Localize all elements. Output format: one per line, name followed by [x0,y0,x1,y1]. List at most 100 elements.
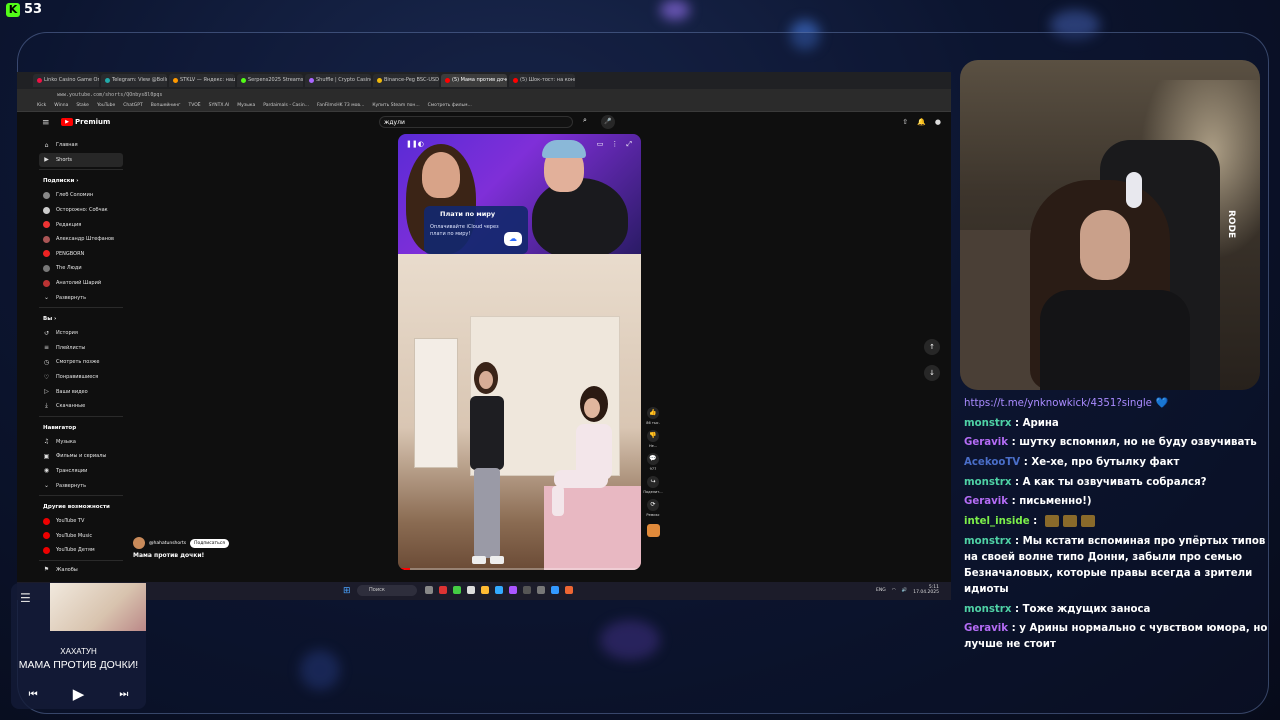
sidebar-item[interactable]: The Люди [39,261,123,276]
account-avatar-icon[interactable]: ● [935,118,941,126]
sidebar-item[interactable]: ⌂ Главная [39,138,123,153]
sidebar-item[interactable]: ⌄ Развернуть [39,478,123,493]
browser-tab[interactable]: Binance-Peg BSC-USD ( [373,74,439,87]
sidebar-item[interactable]: Редакция [39,217,123,232]
chat-username[interactable]: Geravik [964,623,1008,634]
taskbar-app-icon[interactable] [523,586,531,594]
bookmark-item[interactable]: Stake [76,103,89,108]
browser-tab[interactable]: STKLV — Яндекс: нашл [169,74,235,87]
sidebar-item[interactable]: YouTube TV [39,514,123,529]
fullscreen-icon[interactable]: ⤢ [626,140,632,149]
sidebar-item[interactable]: ≡ Плейлисты [39,341,123,356]
bookmark-item[interactable]: TVOЁ [189,103,201,108]
wifi-icon[interactable]: ◠ [892,588,896,593]
sidebar-item[interactable]: Александр Штефанов [39,232,123,247]
share-icon[interactable]: ↪ [647,476,659,488]
bookmark-item[interactable]: Смотреть фильм... [428,103,472,108]
chat-username[interactable]: monstrx [964,418,1011,429]
sidebar-item[interactable]: ⤓ Скачанные [39,399,123,414]
browser-tab[interactable]: Serpens2025 Streams - kl [237,74,303,87]
chat-username[interactable]: monstrx [964,477,1011,488]
browser-tab[interactable]: Telegram: View @Bollon [101,74,167,87]
sidebar-item[interactable]: ◷ Смотреть позже [39,355,123,370]
taskbar-app-icon[interactable] [509,586,517,594]
taskbar-search[interactable]: Поиск [357,585,417,596]
sidebar-item[interactable]: ⌄ Развернуть [39,290,123,305]
chat-username[interactable]: Geravik [964,496,1008,507]
browser-tab[interactable]: (5) Мама против доче [441,74,507,87]
language-indicator[interactable]: ENG [876,588,886,593]
next-short-icon[interactable]: ↓ [924,365,940,381]
chat-username[interactable]: Geravik [964,437,1008,448]
bookmark-item[interactable]: Pardaimals - Casin... [263,103,309,108]
clock[interactable]: 5:11 17.04.2025 [913,585,939,595]
sidebar-item[interactable]: Осторожно: Собчак [39,203,123,218]
short-progress-bar[interactable] [398,568,641,570]
taskbar-app-icon[interactable] [537,586,545,594]
chat-username[interactable]: monstrx [964,536,1011,547]
sidebar-heading-you[interactable]: Вы › [39,312,123,326]
sidebar-item[interactable]: ♡ Понравившиеся [39,370,123,385]
browser-tab[interactable]: Linko Casino Game Onlin [33,74,99,87]
bookmark-item[interactable]: Музыка [237,103,255,108]
bookmark-item[interactable]: Winna [54,103,68,108]
subscribe-button[interactable]: Подписаться [190,538,229,548]
short-video-player[interactable]: Плати по миру Оплачивайте iCloud через п… [398,134,641,570]
taskbar-app-icon[interactable] [453,586,461,594]
playlist-icon[interactable]: ☰ [20,592,31,604]
play-icon[interactable]: ▶ [73,685,85,703]
mic-icon[interactable]: 🎤 [601,115,615,129]
taskbar-app-icon[interactable] [551,586,559,594]
sidebar-item[interactable]: Глеб Соломин [39,188,123,203]
search-icon[interactable]: ⌕ [577,116,593,128]
pause-icon[interactable]: ❚❚ [406,140,418,149]
bookmark-item[interactable]: Kick [37,103,46,108]
sidebar-item[interactable]: PENGBORN [39,247,123,262]
sidebar-item[interactable]: ▷ Ваши видео [39,384,123,399]
previous-short-icon[interactable]: ↑ [924,339,940,355]
chat-username[interactable]: monstrx [964,604,1011,615]
next-track-icon[interactable]: ⏭ [119,689,128,700]
comment-icon[interactable]: 💬 [647,453,659,465]
bookmark-item[interactable]: SYNTX.AI [209,103,230,108]
previous-track-icon[interactable]: ⏮ [29,689,38,700]
browser-tab[interactable]: Shuffle | Crypto Casino S [305,74,371,87]
chat-pinned-link[interactable]: https://t.me/ynknowkick/4351?single 💙 [964,396,1274,412]
search-input[interactable]: ждули [379,116,573,128]
remix-icon[interactable]: ⟳ [647,499,659,511]
ad-card[interactable]: Плати по миру Оплачивайте iCloud через п… [424,206,528,254]
sidebar-heading-subscriptions[interactable]: Подписки › [39,174,123,188]
menu-icon[interactable]: ≡ [42,119,50,128]
bell-icon[interactable]: 🔔 [917,118,926,126]
channel-name[interactable]: @hahatunshorts [149,541,186,546]
taskbar-app-icon[interactable] [481,586,489,594]
bookmark-item[interactable]: YouTube [97,103,115,108]
taskbar-app-icon[interactable] [495,586,503,594]
bookmark-item[interactable]: Купить Steam пон... [372,103,419,108]
volume-tray-icon[interactable]: 🔊 [902,588,908,593]
chat-username[interactable]: AcekooTV [964,457,1020,468]
sidebar-item[interactable]: ▣ Фильмы и сериалы [39,449,123,464]
more-icon[interactable]: ⋮ [611,140,618,149]
channel-avatar[interactable] [133,537,145,549]
dislike-icon[interactable]: 👎 [647,430,659,442]
address-bar[interactable]: www.youtube.com/shorts/QOnbys8l0pqs [17,89,951,100]
sidebar-item[interactable]: ↺ История [39,326,123,341]
bookmark-item[interactable]: Вопшейнинг [151,103,181,108]
captions-icon[interactable]: ▭ [597,140,604,149]
sidebar-item[interactable]: ♫ Музыка [39,435,123,450]
sidebar-item[interactable]: YouTube Music [39,528,123,543]
sidebar-item[interactable]: ◉ Трансляции [39,464,123,479]
windows-start-icon[interactable]: ⊞ [343,586,351,596]
browser-tab[interactable]: (5) Шок-тост: на концерт [509,74,575,87]
chat-link[interactable]: https://t.me/ynknowkick/4351?single [964,398,1152,409]
chat-username[interactable]: intel_inside [964,516,1030,527]
sidebar-item-feedback[interactable]: ⚑ Жалобы [39,563,123,578]
bookmark-item[interactable]: FanFilmsHK 73 мов... [317,103,364,108]
taskbar-app-icon[interactable] [467,586,475,594]
taskbar-app-icon[interactable] [439,586,447,594]
sidebar-item[interactable]: Анатолий Шарий [39,276,123,291]
upload-icon[interactable]: ⇧ [902,118,908,126]
taskbar-app-icon[interactable] [565,586,573,594]
sidebar-item[interactable]: ▶ Shorts [39,152,123,168]
